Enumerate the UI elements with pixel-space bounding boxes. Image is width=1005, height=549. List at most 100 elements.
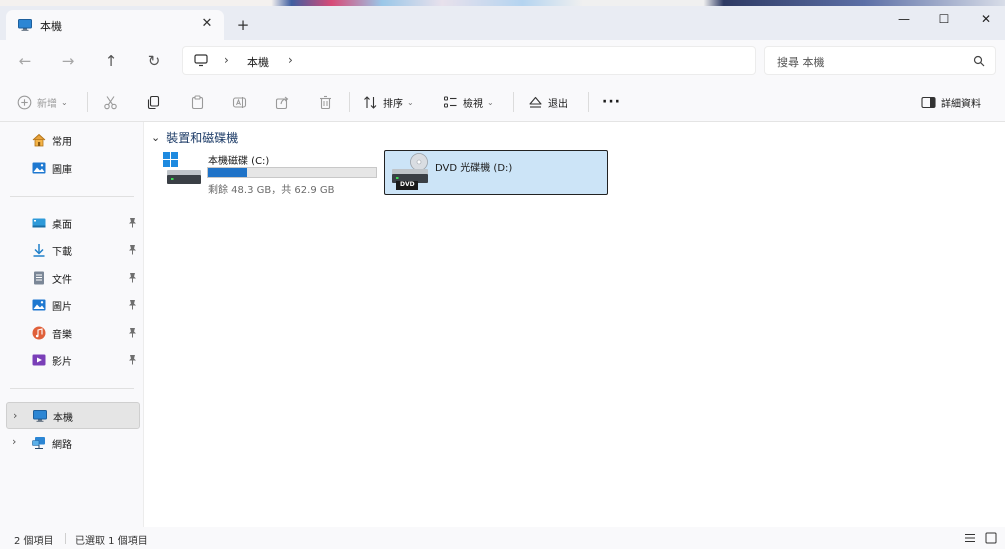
pin-icon[interactable]: [128, 299, 137, 310]
sidebar-item-label: 圖片: [52, 302, 72, 313]
sidebar-item-documents[interactable]: 文件: [6, 266, 140, 290]
breadcrumb-chevron-icon[interactable]: ›: [288, 53, 293, 67]
drive-d[interactable]: DVD DVD 光碟機 (D:): [384, 150, 608, 195]
sidebar-item-label: 桌面: [52, 220, 72, 231]
collapse-chevron-icon[interactable]: ⌄: [151, 131, 160, 144]
paste-button[interactable]: [190, 92, 205, 112]
sidebar-item-network[interactable]: › 網路: [6, 431, 140, 455]
breadcrumb-this-pc[interactable]: 本機: [247, 54, 269, 70]
tab-this-pc[interactable]: 本機 ✕: [6, 10, 224, 40]
monitor-icon: [33, 410, 47, 422]
pin-icon[interactable]: [128, 327, 137, 338]
sort-label: 排序: [383, 98, 403, 110]
new-button[interactable]: 新增 ⌄: [17, 92, 68, 112]
chevron-down-icon: ⌄: [407, 97, 414, 107]
cut-button[interactable]: [103, 92, 118, 112]
local-disk-icon: [163, 152, 201, 184]
sidebar-item-home[interactable]: 常用: [6, 128, 140, 152]
toolbar-divider: [588, 92, 589, 112]
tab-title: 本機: [40, 20, 62, 33]
chevron-down-icon: ⌄: [61, 97, 68, 107]
toolbar-divider: [513, 92, 514, 112]
delete-button[interactable]: [318, 92, 333, 112]
toolbar-divider: [87, 92, 88, 112]
sort-icon: [364, 95, 377, 109]
new-tab-button[interactable]: +: [234, 16, 252, 34]
item-count: 2 個項目: [14, 536, 54, 547]
sidebar-item-label: 文件: [52, 275, 72, 286]
document-icon: [34, 271, 44, 285]
drive-usage-fill: [208, 168, 247, 177]
desktop-icon: [32, 218, 46, 228]
sidebar-item-videos[interactable]: 影片: [6, 348, 140, 372]
sidebar-item-desktop[interactable]: 桌面: [6, 211, 140, 235]
address-row: ← → ↑ ↻ › 本機 › 搜尋 本機: [0, 40, 1005, 82]
share-button[interactable]: [275, 92, 290, 112]
copy-button[interactable]: [146, 92, 161, 112]
drive-free-space: 剩餘 48.3 GB，共 62.9 GB: [208, 185, 335, 196]
home-icon: [32, 133, 46, 147]
video-icon: [32, 354, 46, 366]
tab-close-button[interactable]: ✕: [198, 15, 216, 33]
search-input[interactable]: 搜尋 本機: [764, 46, 996, 75]
trash-icon: [320, 95, 331, 109]
sidebar-item-label: 網路: [52, 440, 72, 451]
sidebar-item-music[interactable]: 音樂: [6, 321, 140, 345]
tiles-view-icon[interactable]: [985, 532, 997, 544]
up-button[interactable]: ↑: [100, 50, 122, 72]
monitor-icon: [18, 19, 32, 31]
group-title: 裝置和磁碟機: [166, 131, 239, 145]
view-list-icon: [444, 96, 457, 107]
music-icon: [32, 326, 46, 340]
sidebar-item-label: 影片: [52, 357, 72, 368]
sidebar-item-this-pc[interactable]: › 本機: [6, 402, 140, 429]
details-view-icon[interactable]: [964, 532, 976, 544]
details-pane-button[interactable]: 詳細資料: [921, 92, 981, 112]
sidebar-item-label: 圖庫: [52, 165, 72, 176]
rename-button[interactable]: [232, 92, 247, 112]
pin-icon[interactable]: [128, 354, 137, 365]
sort-button[interactable]: 排序 ⌄: [363, 92, 414, 112]
copy-icon: [147, 95, 160, 109]
refresh-button[interactable]: ↻: [143, 50, 165, 72]
navigation-pane: 常用 圖庫 桌面 下載 文件 圖片 音樂 影片 › 本機 › 網路: [0, 122, 144, 527]
more-options-button[interactable]: ···: [602, 92, 621, 112]
toolbar-divider: [349, 92, 350, 112]
address-bar[interactable]: › 本機 ›: [182, 46, 756, 75]
sidebar-item-gallery[interactable]: 圖庫: [6, 156, 140, 180]
eject-button[interactable]: 退出: [528, 92, 568, 112]
sidebar-divider: [10, 388, 134, 389]
rename-icon: [232, 96, 247, 108]
close-window-button[interactable]: ✕: [963, 6, 1005, 32]
title-bar: 本機 ✕ + — ☐ ✕: [0, 6, 1005, 40]
plus-circle-icon: [17, 95, 32, 109]
pin-icon[interactable]: [128, 272, 137, 283]
command-bar: 新增 ⌄ 排序 ⌄ 檢視 ⌄ 退出 ··· 詳細資料: [0, 82, 1005, 122]
sidebar-divider: [10, 196, 134, 197]
eject-label: 退出: [548, 98, 568, 110]
expand-chevron-icon[interactable]: ›: [13, 409, 17, 422]
breadcrumb-chevron-icon[interactable]: ›: [224, 53, 229, 67]
drive-c[interactable]: 本機磁碟 (C:) 剩餘 48.3 GB，共 62.9 GB: [159, 150, 381, 196]
download-icon: [33, 244, 45, 257]
view-button[interactable]: 檢視 ⌄: [443, 92, 494, 112]
group-header-devices[interactable]: ⌄ 裝置和磁碟機: [151, 129, 238, 146]
chevron-down-icon: ⌄: [487, 97, 494, 107]
clipboard-icon: [191, 94, 204, 109]
drive-usage-bar: [207, 167, 377, 178]
expand-chevron-icon[interactable]: ›: [12, 435, 16, 448]
drive-name: 本機磁碟 (C:): [208, 156, 270, 167]
sidebar-item-downloads[interactable]: 下載: [6, 238, 140, 262]
search-placeholder: 搜尋 本機: [777, 56, 825, 69]
sidebar-item-label: 本機: [53, 413, 73, 424]
view-label: 檢視: [463, 98, 483, 110]
drive-name: DVD 光碟機 (D:): [435, 163, 513, 174]
search-icon: [973, 55, 985, 67]
maximize-button[interactable]: ☐: [921, 6, 967, 32]
pin-icon[interactable]: [128, 217, 137, 228]
file-list: ⌄ 裝置和磁碟機 本機磁碟 (C:) 剩餘 48.3 GB，共 62.9 GB: [145, 122, 1005, 527]
pin-icon[interactable]: [128, 244, 137, 255]
sidebar-item-pictures[interactable]: 圖片: [6, 293, 140, 317]
back-button[interactable]: ←: [14, 50, 36, 72]
forward-button[interactable]: →: [57, 50, 79, 72]
